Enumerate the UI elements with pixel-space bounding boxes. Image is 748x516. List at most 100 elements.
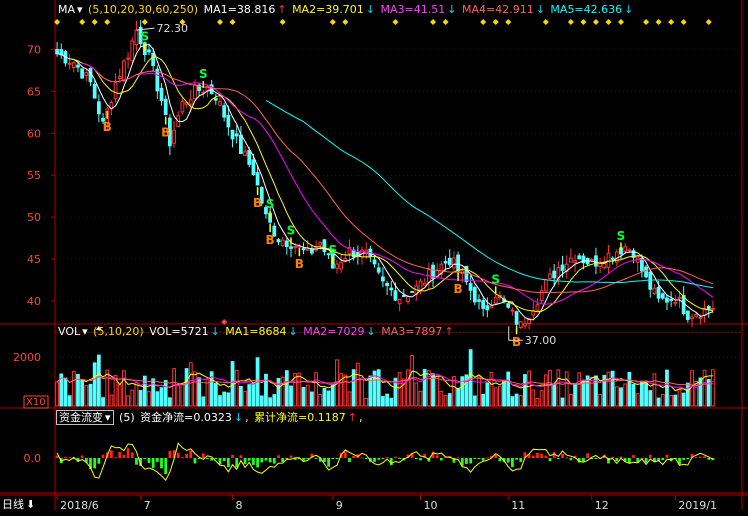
candle-body bbox=[472, 287, 477, 303]
volume-bar bbox=[364, 398, 369, 407]
candle-body bbox=[493, 296, 498, 304]
candle-body bbox=[122, 60, 126, 82]
volume-bar bbox=[477, 376, 481, 407]
period-select-button[interactable]: 日线 ⬇ bbox=[2, 498, 37, 512]
candle-body bbox=[594, 255, 598, 267]
volume-bar bbox=[284, 370, 289, 407]
high-price-label: 72.30 bbox=[156, 22, 188, 35]
date-label: 11 bbox=[511, 499, 525, 512]
candle-body bbox=[560, 264, 565, 271]
flow-bar bbox=[260, 458, 264, 463]
flow-bar bbox=[118, 451, 122, 458]
indicator-select-ma[interactable]: MA ▾ bbox=[58, 3, 83, 16]
flow-bar bbox=[435, 455, 439, 458]
date-label: 9 bbox=[336, 499, 343, 512]
flow-bar bbox=[465, 458, 468, 464]
flow-bar bbox=[389, 458, 393, 466]
flow-bar bbox=[582, 458, 585, 462]
candle-body bbox=[222, 105, 227, 118]
volume-bar bbox=[243, 390, 247, 407]
candle-body bbox=[573, 260, 577, 263]
candle-body bbox=[610, 257, 615, 260]
candle-body bbox=[88, 68, 93, 83]
volume-bar bbox=[640, 380, 644, 407]
vol-value: VOL=5721 bbox=[149, 325, 209, 338]
flow-bar bbox=[68, 457, 72, 459]
vol-ma2-value: MA2=7029 bbox=[303, 325, 365, 338]
flow-bar bbox=[477, 458, 481, 459]
signal-diamond-icon bbox=[104, 19, 111, 25]
candle-body bbox=[151, 53, 156, 66]
candle-body bbox=[130, 40, 135, 61]
candle-body bbox=[602, 263, 607, 269]
volume-bar bbox=[381, 396, 385, 407]
volume-bar bbox=[138, 389, 143, 407]
candle-body bbox=[418, 280, 423, 291]
flow-bar bbox=[130, 452, 134, 458]
volume-bar bbox=[67, 395, 72, 407]
ma4-value: MA4=42.911 bbox=[461, 3, 534, 16]
buy-signal-label: B bbox=[512, 335, 521, 349]
volume-bar bbox=[410, 355, 415, 407]
arrow-down-icon: ↓ bbox=[288, 325, 298, 338]
candle-body bbox=[280, 239, 285, 247]
volume-bar bbox=[147, 391, 151, 407]
flow-bar bbox=[193, 458, 197, 464]
indicator-select-fund-flow[interactable]: 资金流变 ▾ bbox=[56, 410, 114, 425]
candle-body bbox=[644, 266, 648, 278]
flow-bar bbox=[644, 458, 648, 463]
candle-body bbox=[96, 101, 101, 115]
flow-bar bbox=[385, 457, 389, 459]
candle-body bbox=[389, 287, 394, 291]
volume-bar bbox=[251, 382, 256, 407]
signal-diamond-icon bbox=[442, 19, 449, 25]
vol-ma1-value: MA1=8684 bbox=[225, 325, 287, 338]
candle-body bbox=[126, 57, 130, 60]
flow-bar bbox=[239, 455, 243, 458]
volume-bar bbox=[543, 374, 548, 407]
candle-body bbox=[159, 87, 164, 101]
volume-bar bbox=[151, 378, 156, 407]
sell-signal-label: S bbox=[617, 229, 626, 243]
volume-bar bbox=[167, 397, 172, 407]
candle-body bbox=[134, 29, 139, 45]
volume-bar bbox=[623, 383, 628, 407]
flow-bar bbox=[565, 457, 569, 459]
buy-signal-label: B bbox=[103, 120, 112, 134]
volume-bar bbox=[489, 372, 494, 407]
indicator-select-vol[interactable]: VOL ▾ bbox=[58, 325, 88, 338]
volume-bar bbox=[71, 371, 76, 407]
flow-bar bbox=[381, 458, 385, 459]
arrow-up-icon: ↑ bbox=[277, 3, 287, 16]
stock-chart-canvas[interactable]: 70656055504540BSBSB SBSBSBSBS72.3037.0020… bbox=[0, 0, 748, 516]
ma2-line bbox=[69, 56, 714, 313]
volume-bar bbox=[117, 384, 122, 407]
flow-bar bbox=[189, 450, 193, 458]
volume-bar bbox=[702, 369, 707, 407]
candle-body bbox=[293, 246, 298, 249]
flow-bar bbox=[252, 458, 255, 465]
flow-bar bbox=[615, 458, 619, 462]
volume-bar bbox=[518, 395, 523, 407]
volume-bar bbox=[330, 384, 335, 407]
volume-bar bbox=[581, 379, 586, 407]
candle-body bbox=[230, 129, 235, 140]
volume-bar bbox=[326, 390, 331, 407]
price-tick-label: 70 bbox=[27, 43, 41, 56]
candle-body bbox=[318, 241, 323, 246]
volume-bar bbox=[539, 390, 544, 407]
vol-legend: VOL ▾ (5,10,20) VOL=5721 ↓ MA1=8684 ↓ MA2=7… bbox=[58, 325, 456, 339]
volume-bar bbox=[589, 376, 594, 407]
candle-body bbox=[372, 259, 377, 265]
signal-diamond-icon bbox=[643, 19, 650, 25]
volume-bar bbox=[627, 371, 632, 407]
ma1-value: MA1=38.816 bbox=[203, 3, 276, 16]
candle-body bbox=[180, 101, 185, 113]
candle-body bbox=[381, 276, 385, 282]
volume-bar bbox=[84, 385, 89, 407]
volume-bar bbox=[598, 394, 603, 407]
candle-body bbox=[673, 302, 678, 305]
buy-signal-label: B bbox=[295, 257, 304, 271]
volume-bar bbox=[193, 371, 197, 407]
flow-bar bbox=[473, 458, 477, 459]
